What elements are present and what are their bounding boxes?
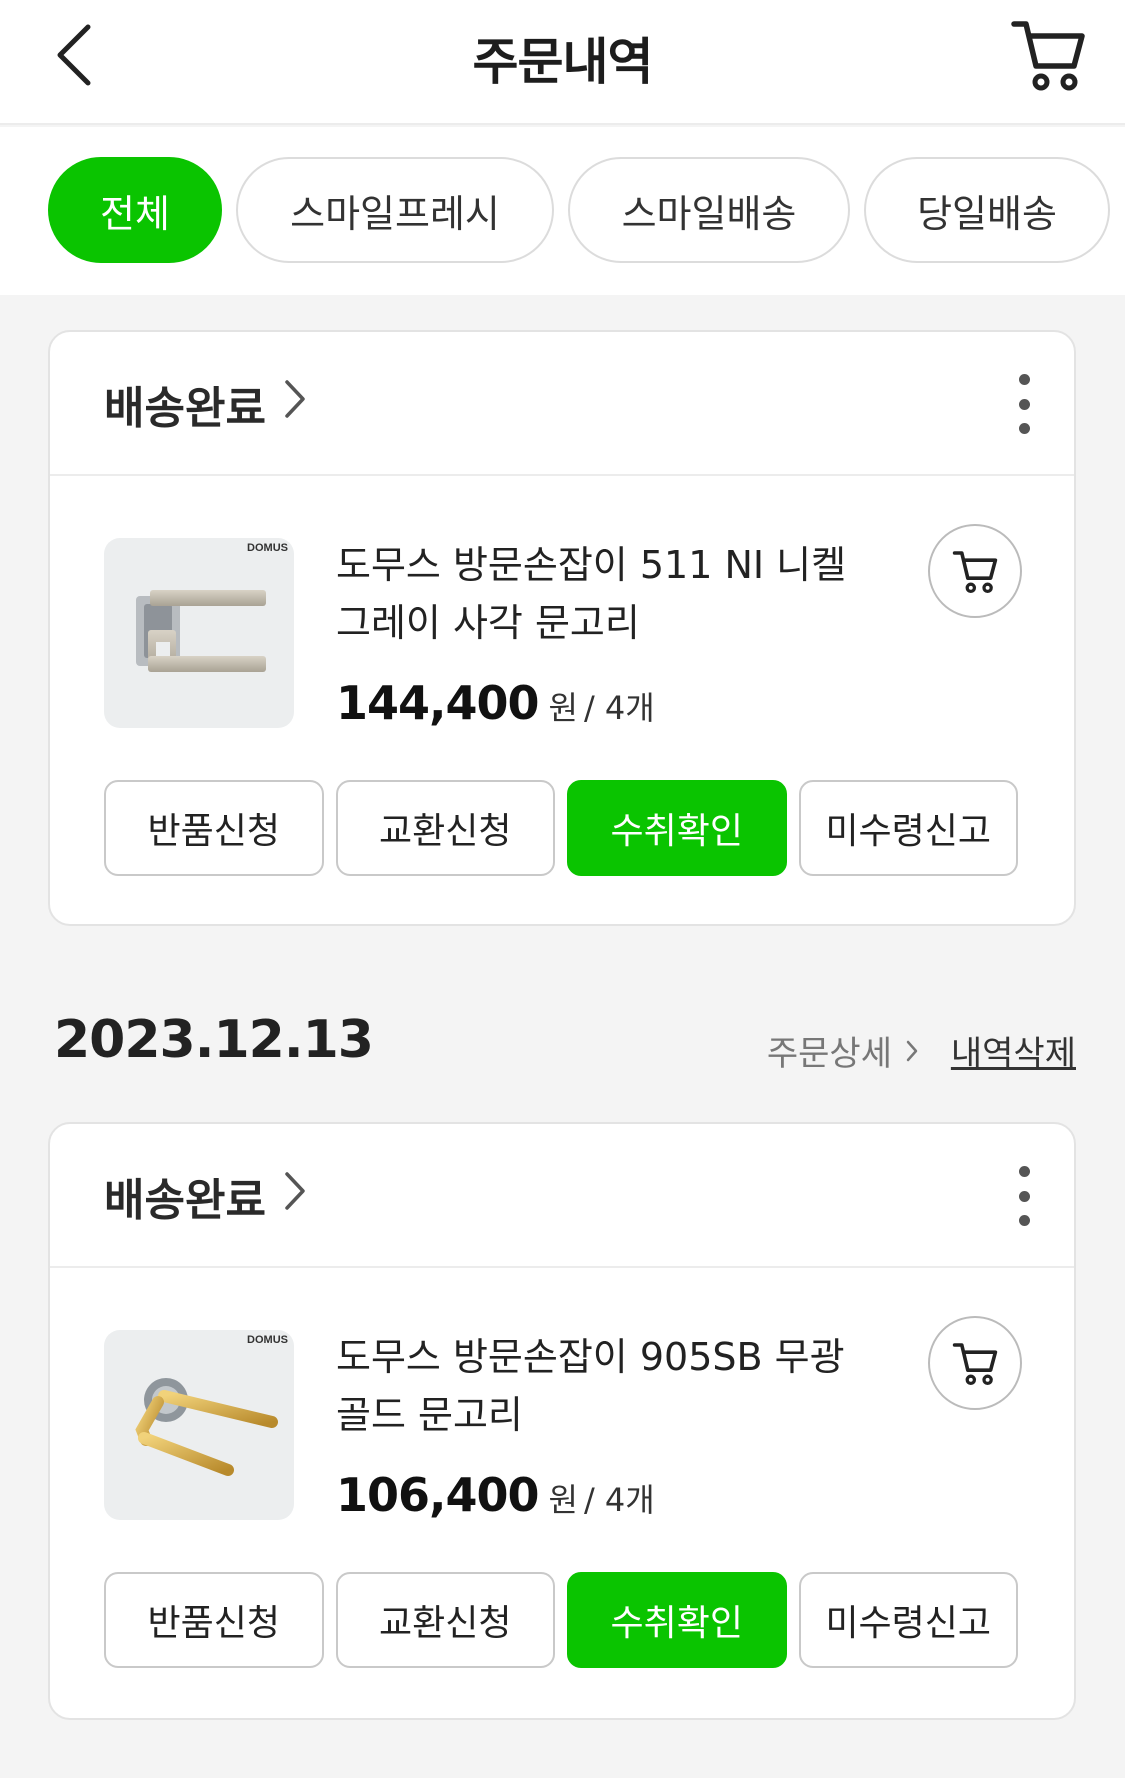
confirm-receipt-button[interactable]: 수취확인	[567, 1572, 787, 1668]
filter-chip-smile-delivery[interactable]: 스마일배송	[568, 157, 850, 263]
top-app-bar: 주문내역	[0, 0, 1125, 125]
chevron-right-icon	[284, 379, 306, 430]
delete-history-link[interactable]: 내역삭제	[951, 1026, 1076, 1075]
delivery-status: 배송완료	[104, 1175, 266, 1226]
filter-chip-same-day[interactable]: 당일배송	[864, 157, 1110, 263]
cart-button[interactable]	[1008, 14, 1088, 94]
product-brand-mark: DOMUS	[247, 542, 288, 554]
order-detail-label: 주문상세	[766, 1034, 892, 1074]
return-request-button[interactable]: 반품신청	[104, 1572, 324, 1668]
delivery-status-link[interactable]: 배송완료	[104, 372, 306, 436]
report-not-received-button[interactable]: 미수령신고	[798, 1572, 1018, 1668]
add-to-cart-button[interactable]	[928, 524, 1022, 618]
filter-chip-smile-fresh[interactable]: 스마일프레시	[236, 157, 554, 263]
cart-icon	[952, 551, 998, 594]
order-actions: 반품신청 교환신청 수취확인 미수령신고	[104, 1572, 1018, 1668]
product-price: 106,400	[336, 1468, 540, 1522]
report-not-received-button[interactable]: 미수령신고	[798, 780, 1018, 876]
filter-bar: 전체 스마일프레시 스마일배송 당일배송	[0, 127, 1125, 295]
cart-icon	[1011, 21, 1085, 91]
price-unit: 원	[548, 1481, 578, 1519]
more-options-icon[interactable]	[1014, 1166, 1034, 1226]
delivery-status-link[interactable]: 배송완료	[104, 1164, 306, 1228]
product-quantity: / 4개	[583, 689, 655, 727]
product-thumbnail[interactable]: DOMUS	[104, 538, 294, 728]
product-quantity: / 4개	[583, 1481, 655, 1519]
order-item: DOMUS 도무스 방문손잡이 905SB 무광 골드 문고리 106,400 …	[50, 1268, 1074, 1718]
order-date-row: 2023.12.13 주문상세 내역삭제	[54, 1010, 1076, 1080]
more-options-icon[interactable]	[1014, 374, 1034, 434]
nickel-lever-handle-image	[136, 590, 266, 672]
order-item: DOMUS 도무스 방문손잡이 511 NI 니켈 그레이 사각 문고리 144…	[50, 476, 1074, 924]
product-thumbnail[interactable]: DOMUS	[104, 1330, 294, 1520]
exchange-request-button[interactable]: 교환신청	[335, 1572, 555, 1668]
product-name[interactable]: 도무스 방문손잡이 905SB 무광 골드 문고리	[336, 1328, 866, 1444]
return-request-button[interactable]: 반품신청	[104, 780, 324, 876]
cart-icon	[952, 1343, 998, 1386]
order-card: 배송완료 DOMUS 도무스 방문손잡이 905SB 무광 골드 문고리 106…	[48, 1122, 1076, 1720]
order-detail-link[interactable]: 주문상세	[767, 1026, 918, 1075]
price-unit: 원	[548, 689, 578, 727]
price-line: 106,400 원 / 4개	[336, 1468, 655, 1522]
confirm-receipt-button[interactable]: 수취확인	[567, 780, 787, 876]
product-brand-mark: DOMUS	[247, 1334, 288, 1346]
delivery-status: 배송완료	[104, 383, 266, 434]
add-to-cart-button[interactable]	[928, 1316, 1022, 1410]
chevron-right-icon	[906, 1031, 918, 1071]
product-name[interactable]: 도무스 방문손잡이 511 NI 니켈 그레이 사각 문고리	[336, 536, 866, 652]
filter-chip-all[interactable]: 전체	[48, 157, 222, 263]
order-actions: 반품신청 교환신청 수취확인 미수령신고	[104, 780, 1018, 876]
price-line: 144,400 원 / 4개	[336, 676, 655, 730]
order-card-header: 배송완료	[50, 332, 1074, 476]
chevron-right-icon	[284, 1171, 306, 1222]
gold-lever-handle-image	[135, 1378, 278, 1476]
order-card: 배송완료 DOMUS 도무스 방문손잡이 511 NI 니켈 그레이 사각 문고…	[48, 330, 1076, 926]
order-date: 2023.12.13	[54, 1010, 374, 1070]
page-title: 주문내역	[472, 33, 654, 91]
order-card-header: 배송완료	[50, 1124, 1074, 1268]
product-price: 144,400	[336, 676, 540, 730]
exchange-request-button[interactable]: 교환신청	[335, 780, 555, 876]
